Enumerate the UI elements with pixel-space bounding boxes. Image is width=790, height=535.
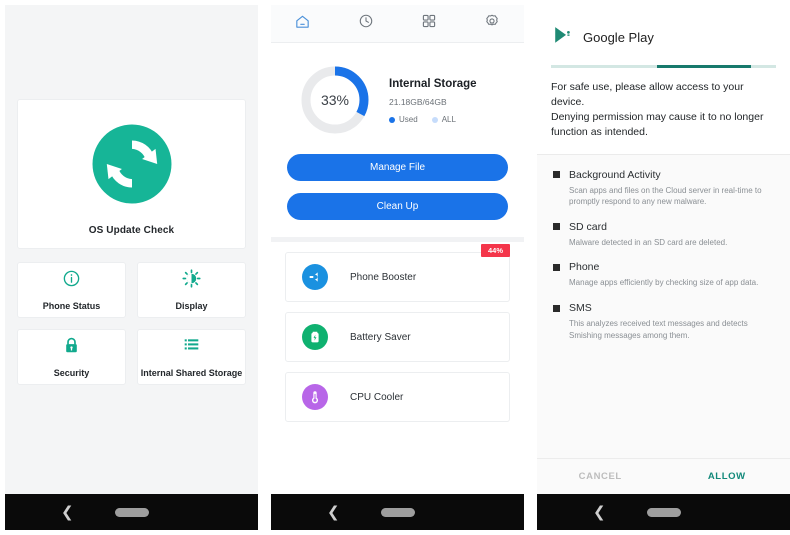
- tile-security[interactable]: Security: [17, 329, 126, 385]
- cleaner-home-screen: 33% Internal Storage 21.18GB/64GB Used A…: [271, 5, 524, 530]
- legend-item-used: Used: [389, 115, 418, 124]
- permission-item-background-activity: Background Activity Scan apps and files …: [553, 169, 776, 208]
- bullet-square-icon: [553, 223, 560, 231]
- system-navbar-2: ❮: [271, 494, 524, 530]
- tile-phone-status-label: Phone Status: [42, 301, 101, 311]
- panel3-body: Google Play For safe use, please allow a…: [537, 5, 790, 494]
- tab-history[interactable]: [334, 13, 397, 34]
- permission-description: Scan apps and files on the Cloud server …: [569, 185, 762, 207]
- bullet-square-icon: [553, 304, 560, 312]
- storage-percent-label: 33%: [320, 92, 350, 108]
- permission-item-sd-card: SD card Malware detected in an SD card a…: [553, 221, 776, 249]
- apps-grid-icon: [421, 13, 437, 34]
- clean-up-button[interactable]: Clean Up: [287, 193, 508, 220]
- indeterminate-progress-bar: [551, 65, 776, 68]
- legend-item-all: ALL: [431, 115, 456, 124]
- brightness-icon: [182, 269, 201, 293]
- system-navbar-3: ❮: [537, 494, 790, 530]
- manage-file-button[interactable]: Manage File: [287, 154, 508, 181]
- system-navbar-1: ❮: [5, 494, 258, 530]
- feature-battery-saver[interactable]: Battery Saver: [285, 312, 510, 362]
- tab-home[interactable]: [271, 13, 334, 35]
- battery-saver-icon: [302, 324, 328, 350]
- phone-booster-label: Phone Booster: [350, 271, 417, 283]
- storage-text-block: Internal Storage 21.18GB/64GB Used ALL: [389, 76, 477, 124]
- feature-phone-booster[interactable]: 44% Phone Booster: [285, 244, 510, 302]
- legend-dot-all: [431, 116, 438, 123]
- storage-summary: 33% Internal Storage 21.18GB/64GB Used A…: [271, 43, 524, 136]
- legend-dot-used: [389, 116, 395, 123]
- battery-saver-label: Battery Saver: [350, 331, 411, 343]
- permission-description: This analyzes received text messages and…: [569, 319, 748, 340]
- phone-booster-icon: [302, 264, 328, 290]
- tab-apps[interactable]: [398, 13, 461, 34]
- permission-name: SMS: [569, 302, 592, 314]
- tile-internal-shared-storage[interactable]: Internal Shared Storage: [137, 329, 246, 385]
- os-update-check-screen: OS Update Check Phone Status Display Sec…: [5, 5, 258, 530]
- storage-donut-chart: 33%: [299, 64, 371, 136]
- phone-booster-badge: 44%: [480, 244, 510, 257]
- legend-label-used: Used: [399, 115, 418, 124]
- back-chevron-icon[interactable]: ❮: [61, 504, 74, 520]
- feature-cpu-cooler[interactable]: CPU Cooler: [285, 372, 510, 422]
- gear-icon: [484, 13, 500, 34]
- permission-list: Background Activity Scan apps and files …: [537, 155, 790, 342]
- google-play-icon: [551, 24, 573, 51]
- lock-icon: [62, 336, 81, 360]
- permission-description: Malware detected in an SD card are delet…: [569, 237, 728, 247]
- tile-display[interactable]: Display: [137, 262, 246, 318]
- bullet-square-icon: [553, 263, 560, 271]
- refresh-sync-icon: [90, 122, 174, 211]
- info-circle-icon: [62, 269, 81, 293]
- os-update-check-label: OS Update Check: [88, 225, 175, 236]
- permission-message: For safe use, please allow access to you…: [537, 68, 790, 155]
- storage-legend: Used ALL: [389, 115, 477, 124]
- tab-settings[interactable]: [461, 13, 524, 34]
- dialog-actions: CANCEL ALLOW: [537, 458, 790, 494]
- storage-subtitle: 21.18GB/64GB: [389, 97, 447, 107]
- action-buttons: Manage File Clean Up: [271, 136, 524, 220]
- home-pill-indicator[interactable]: [114, 507, 149, 517]
- list-storage-icon: [182, 336, 201, 360]
- back-chevron-icon[interactable]: ❮: [327, 504, 340, 520]
- quick-action-grid: Phone Status Display Security Internal S…: [17, 262, 246, 385]
- cpu-cooler-icon: [302, 384, 328, 410]
- allow-button[interactable]: ALLOW: [664, 471, 790, 482]
- permission-name: Background Activity: [569, 168, 661, 181]
- bullet-square-icon: [553, 171, 560, 179]
- panel1-body: OS Update Check Phone Status Display Sec…: [5, 5, 258, 494]
- top-tabbar: [271, 5, 524, 43]
- tile-phone-status[interactable]: Phone Status: [17, 262, 126, 318]
- cancel-button[interactable]: CANCEL: [537, 471, 664, 482]
- progress-bar-fill: [656, 65, 752, 68]
- google-play-permission-dialog: Google Play For safe use, please allow a…: [537, 5, 790, 530]
- three-phone-screenshots: OS Update Check Phone Status Display Sec…: [0, 0, 790, 535]
- permission-description: Manage apps efficiently by checking size…: [569, 278, 759, 288]
- dialog-title: Google Play: [583, 30, 654, 45]
- panel2-body: 33% Internal Storage 21.18GB/64GB Used A…: [271, 5, 524, 494]
- clock-history-icon: [358, 13, 374, 34]
- tile-display-label: Display: [175, 301, 208, 311]
- feature-list: 44% Phone Booster Battery Saver CPU Cool…: [271, 242, 524, 422]
- back-chevron-icon[interactable]: ❮: [593, 504, 606, 520]
- tile-internal-shared-storage-label: Internal Shared Storage: [140, 368, 243, 378]
- home-pill-indicator[interactable]: [646, 507, 681, 517]
- permission-item-phone: Phone Manage apps efficiently by checkin…: [553, 261, 776, 289]
- permission-item-sms: SMS This analyzes received text messages…: [553, 302, 776, 341]
- tile-security-label: Security: [53, 368, 90, 378]
- os-update-check-card[interactable]: OS Update Check: [17, 99, 246, 249]
- legend-label-all: ALL: [441, 115, 456, 124]
- dialog-header: Google Play: [537, 5, 790, 68]
- permission-name: Phone: [569, 261, 600, 274]
- cpu-cooler-label: CPU Cooler: [350, 391, 404, 403]
- home-pill-indicator[interactable]: [380, 507, 415, 517]
- storage-title: Internal Storage: [389, 78, 477, 90]
- permission-name: SD card: [569, 220, 607, 233]
- home-icon: [294, 13, 311, 35]
